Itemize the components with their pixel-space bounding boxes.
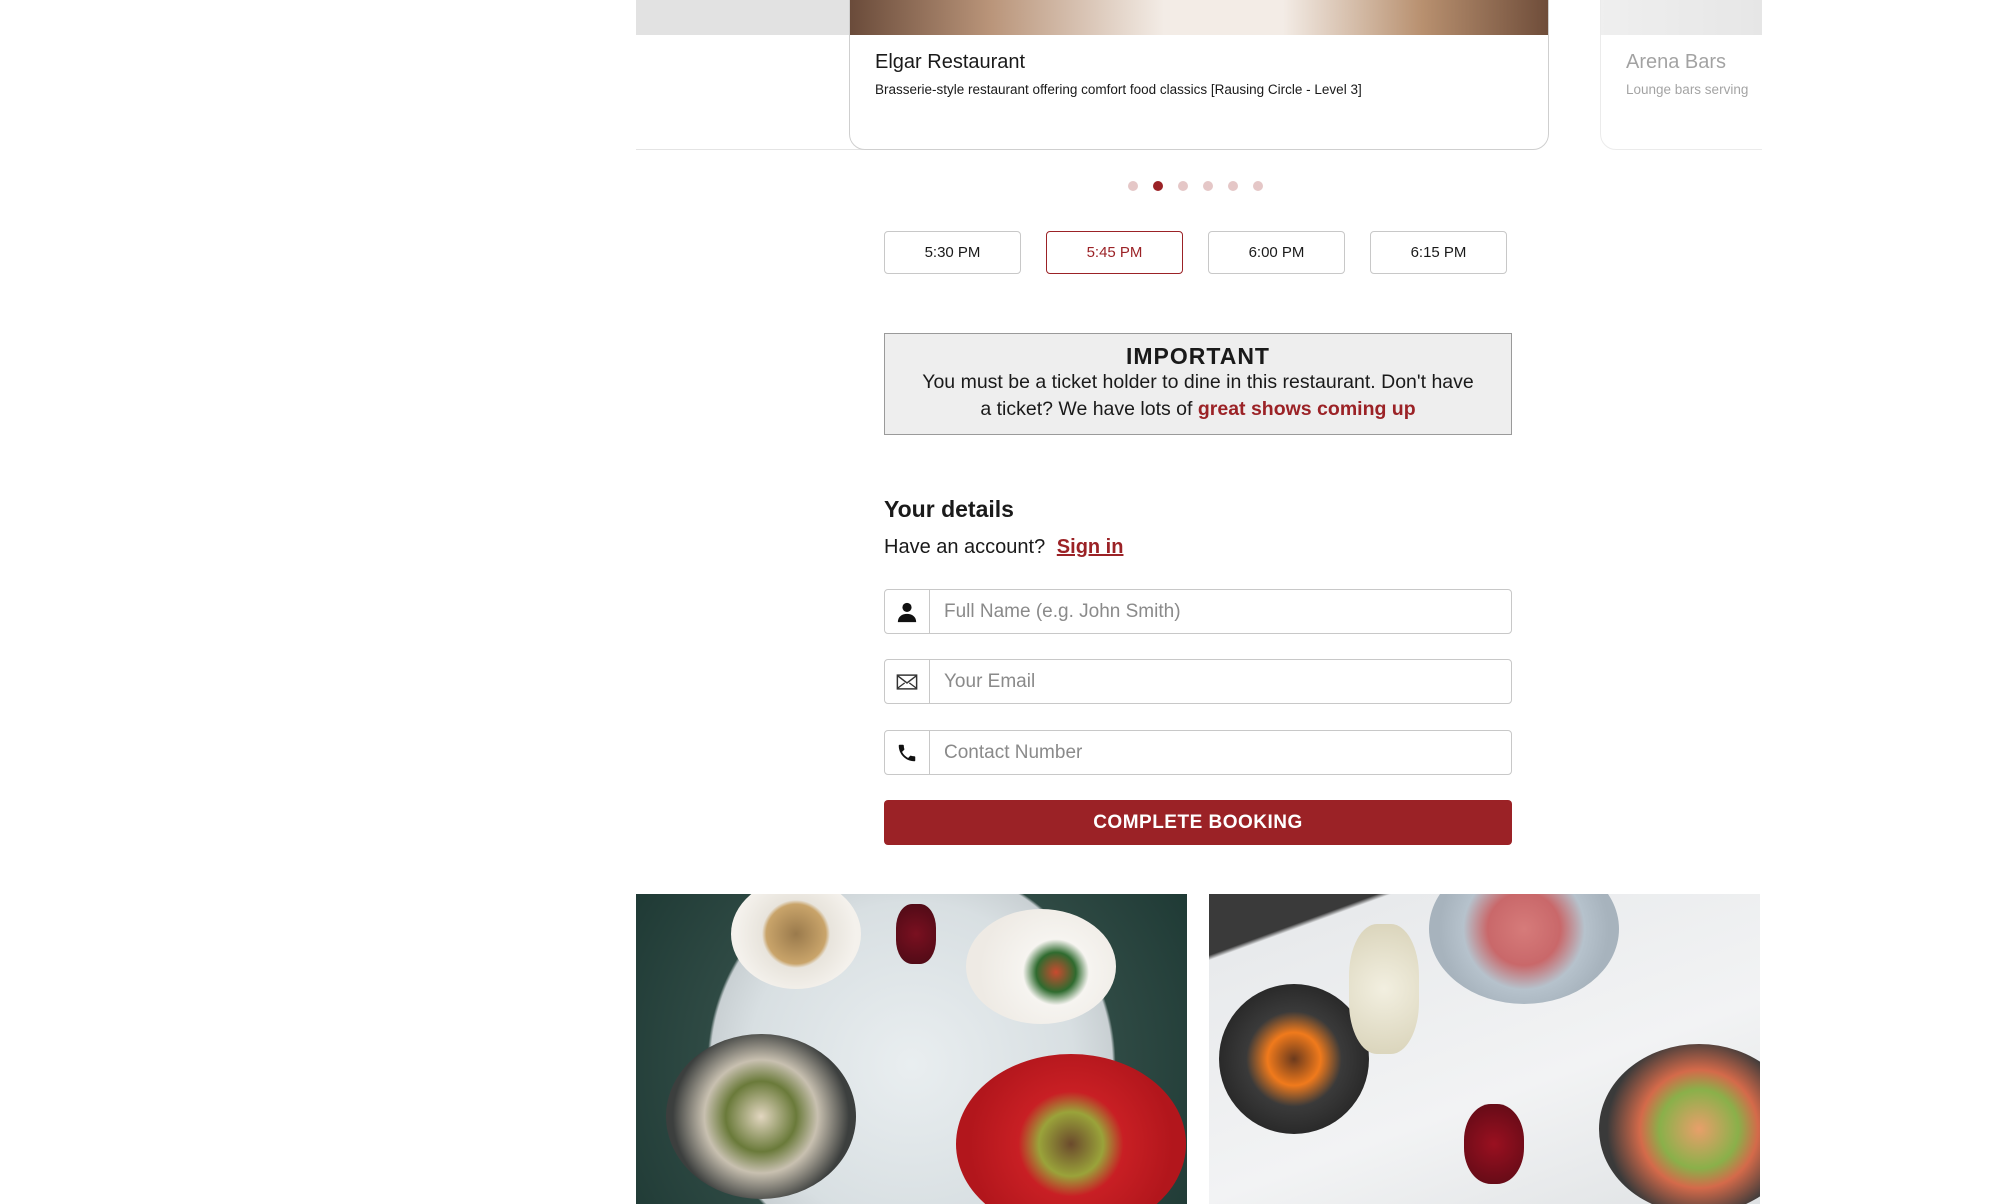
envelope-icon [885,660,930,703]
sign-in-link[interactable]: Sign in [1057,536,1124,558]
time-slot-button-selected[interactable]: 5:45 PM [1046,231,1183,274]
account-prompt: Have an account? [884,536,1046,558]
time-slot-button[interactable]: 6:15 PM [1370,231,1507,274]
carousel-dot[interactable] [1203,181,1213,191]
card-title: Arena Bars [1626,51,1727,73]
carousel-dots [1128,181,1263,191]
notice-text: You must be a ticket holder to dine in t… [885,369,1511,423]
restaurant-carousel[interactable]: Elgar Restaurant Brasserie-style restaur… [636,0,1762,150]
phone-icon [885,731,930,774]
time-slot-button[interactable]: 5:30 PM [884,231,1021,274]
details-heading: Your details [884,496,1014,522]
notice-title: IMPORTANT [1125,343,1270,369]
person-icon [885,590,930,633]
carousel-card-active[interactable]: Elgar Restaurant Brasserie-style restaur… [849,0,1549,150]
contact-number-field [884,730,1512,775]
card-title: Elgar Restaurant [875,51,1026,73]
card-image [1601,0,1762,35]
carousel-dot[interactable] [1228,181,1238,191]
shows-link[interactable]: great shows coming up [1198,398,1416,420]
carousel-dot[interactable] [1128,181,1138,191]
carousel-dot[interactable] [1253,181,1263,191]
time-slot-list: 5:30 PM 5:45 PM 6:00 PM 6:15 PM [884,231,1507,274]
full-name-field [884,589,1512,634]
food-photo-table-round [636,894,1187,1204]
account-prompt-row: Have an account? Sign in [884,536,1123,559]
email-field [884,659,1512,704]
contact-number-input[interactable] [930,731,1511,774]
important-notice: IMPORTANT You must be a ticket holder to… [884,333,1512,435]
card-image [850,0,1548,35]
time-slot-button[interactable]: 6:00 PM [1208,231,1345,274]
food-photo-table-square [1209,894,1760,1204]
carousel-dot-active[interactable] [1153,181,1163,191]
card-description: Brasserie-style restaurant offering comf… [875,82,1362,97]
carousel-card-next[interactable]: Arena Bars Lounge bars serving [1600,0,1762,150]
complete-booking-button[interactable]: COMPLETE BOOKING [884,800,1512,845]
carousel-dot[interactable] [1178,181,1188,191]
card-description: Lounge bars serving [1626,82,1749,97]
full-name-input[interactable] [930,590,1511,633]
email-input[interactable] [930,660,1511,703]
